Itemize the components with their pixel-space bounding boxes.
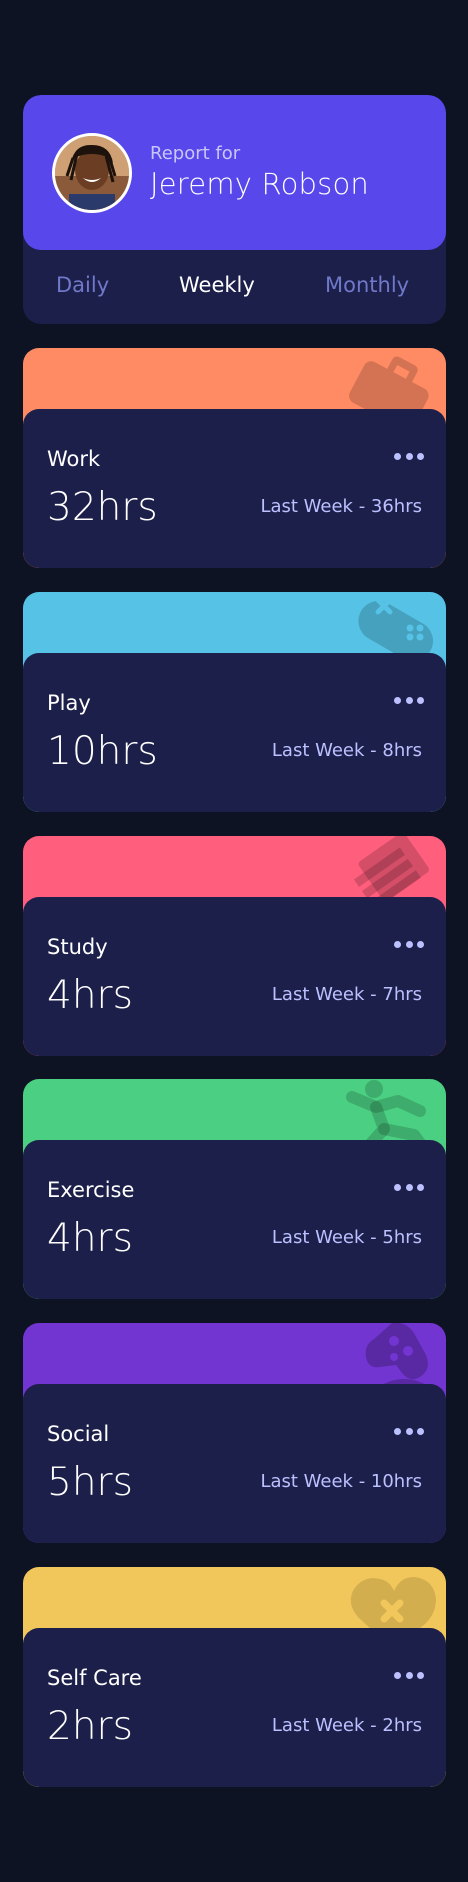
report-for-label: Report for (150, 143, 241, 164)
activity-card-study: Study 4hrs Last Week - 7hrs (23, 836, 446, 1056)
current-hours: 32hrs (47, 485, 158, 530)
time-tracking-dashboard: Report for Jeremy Robson Daily Weekly Mo… (0, 0, 468, 1882)
profile-header: Report for Jeremy Robson (23, 95, 446, 250)
previous-hours: Last Week - 36hrs (260, 496, 422, 517)
activity-card-body: Study 4hrs Last Week - 7hrs (23, 897, 446, 1056)
ellipsis-menu-icon[interactable] (394, 937, 424, 951)
current-hours: 4hrs (47, 1216, 133, 1261)
activity-card-body: Play 10hrs Last Week - 8hrs (23, 653, 446, 812)
previous-hours: Last Week - 2hrs (271, 1715, 422, 1736)
profile-card: Report for Jeremy Robson Daily Weekly Mo… (23, 95, 446, 324)
activity-card-exercise: Exercise 4hrs Last Week - 5hrs (23, 1079, 446, 1299)
current-hours: 2hrs (47, 1704, 133, 1749)
previous-hours: Last Week - 7hrs (271, 984, 422, 1005)
activity-card-body: Social 5hrs Last Week - 10hrs (23, 1384, 446, 1543)
ellipsis-menu-icon[interactable] (394, 449, 424, 463)
current-hours: 5hrs (47, 1460, 133, 1505)
ellipsis-menu-icon[interactable] (394, 693, 424, 707)
ellipsis-menu-icon[interactable] (394, 1180, 424, 1194)
current-hours: 10hrs (47, 729, 158, 774)
activity-title: Study (47, 935, 108, 959)
current-hours: 4hrs (47, 973, 133, 1018)
activity-title: Work (47, 447, 101, 471)
activity-title: Social (47, 1422, 110, 1446)
activity-title: Play (47, 691, 91, 715)
user-name: Jeremy Robson (150, 167, 369, 201)
activity-card-body: Self Care 2hrs Last Week - 2hrs (23, 1628, 446, 1787)
tab-daily[interactable]: Daily (56, 273, 109, 297)
previous-hours: Last Week - 5hrs (271, 1227, 422, 1248)
ellipsis-menu-icon[interactable] (394, 1668, 424, 1682)
ellipsis-menu-icon[interactable] (394, 1424, 424, 1438)
activity-card-work: Work 32hrs Last Week - 36hrs (23, 348, 446, 568)
activity-card-self-care: Self Care 2hrs Last Week - 2hrs (23, 1567, 446, 1787)
previous-hours: Last Week - 8hrs (271, 740, 422, 761)
avatar (52, 133, 132, 213)
activity-title: Self Care (47, 1666, 142, 1690)
activity-card-body: Work 32hrs Last Week - 36hrs (23, 409, 446, 568)
activity-card-play: Play 10hrs Last Week - 8hrs (23, 592, 446, 812)
avatar-image (55, 136, 129, 210)
activity-card-body: Exercise 4hrs Last Week - 5hrs (23, 1140, 446, 1299)
activity-title: Exercise (47, 1178, 135, 1202)
previous-hours: Last Week - 10hrs (260, 1471, 422, 1492)
tab-weekly[interactable]: Weekly (179, 273, 255, 297)
activity-card-social: Social 5hrs Last Week - 10hrs (23, 1323, 446, 1543)
tab-monthly[interactable]: Monthly (325, 273, 409, 297)
